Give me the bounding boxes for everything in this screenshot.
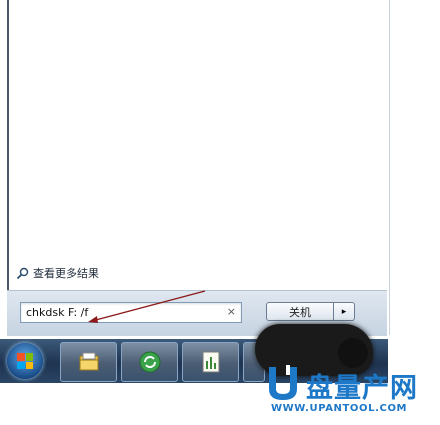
privacy-blur-mask-edge	[338, 338, 368, 368]
watermark-url: WWW.UPANTOOL.COM	[271, 403, 408, 414]
shutdown-options-arrow-icon[interactable]: ▸	[334, 302, 355, 321]
see-more-results-label: 查看更多结果	[33, 267, 99, 280]
shutdown-button[interactable]: 关机	[266, 302, 334, 321]
start-search-input[interactable]	[21, 304, 216, 321]
start-button[interactable]	[7, 343, 43, 379]
upantool-logo-icon	[269, 365, 297, 400]
taskbar-document-button[interactable]	[182, 342, 239, 382]
watermark-brand-text: 盘量产网	[306, 373, 418, 404]
shutdown-group: 关机 ▸	[266, 302, 355, 321]
windows-logo-icon	[17, 353, 33, 369]
see-more-results-link[interactable]: 查看更多结果	[16, 265, 99, 281]
start-search-box[interactable]: ×	[20, 302, 242, 323]
library-folder-icon	[79, 352, 99, 371]
start-menu-panel	[7, 0, 390, 335]
magnifier-icon	[16, 267, 29, 279]
refresh-circle-icon	[139, 351, 161, 373]
taskbar-refresh-app-button[interactable]	[121, 342, 178, 382]
document-chart-icon	[202, 351, 220, 373]
clear-search-icon[interactable]: ×	[227, 305, 236, 318]
taskbar-library-button[interactable]	[60, 342, 117, 382]
